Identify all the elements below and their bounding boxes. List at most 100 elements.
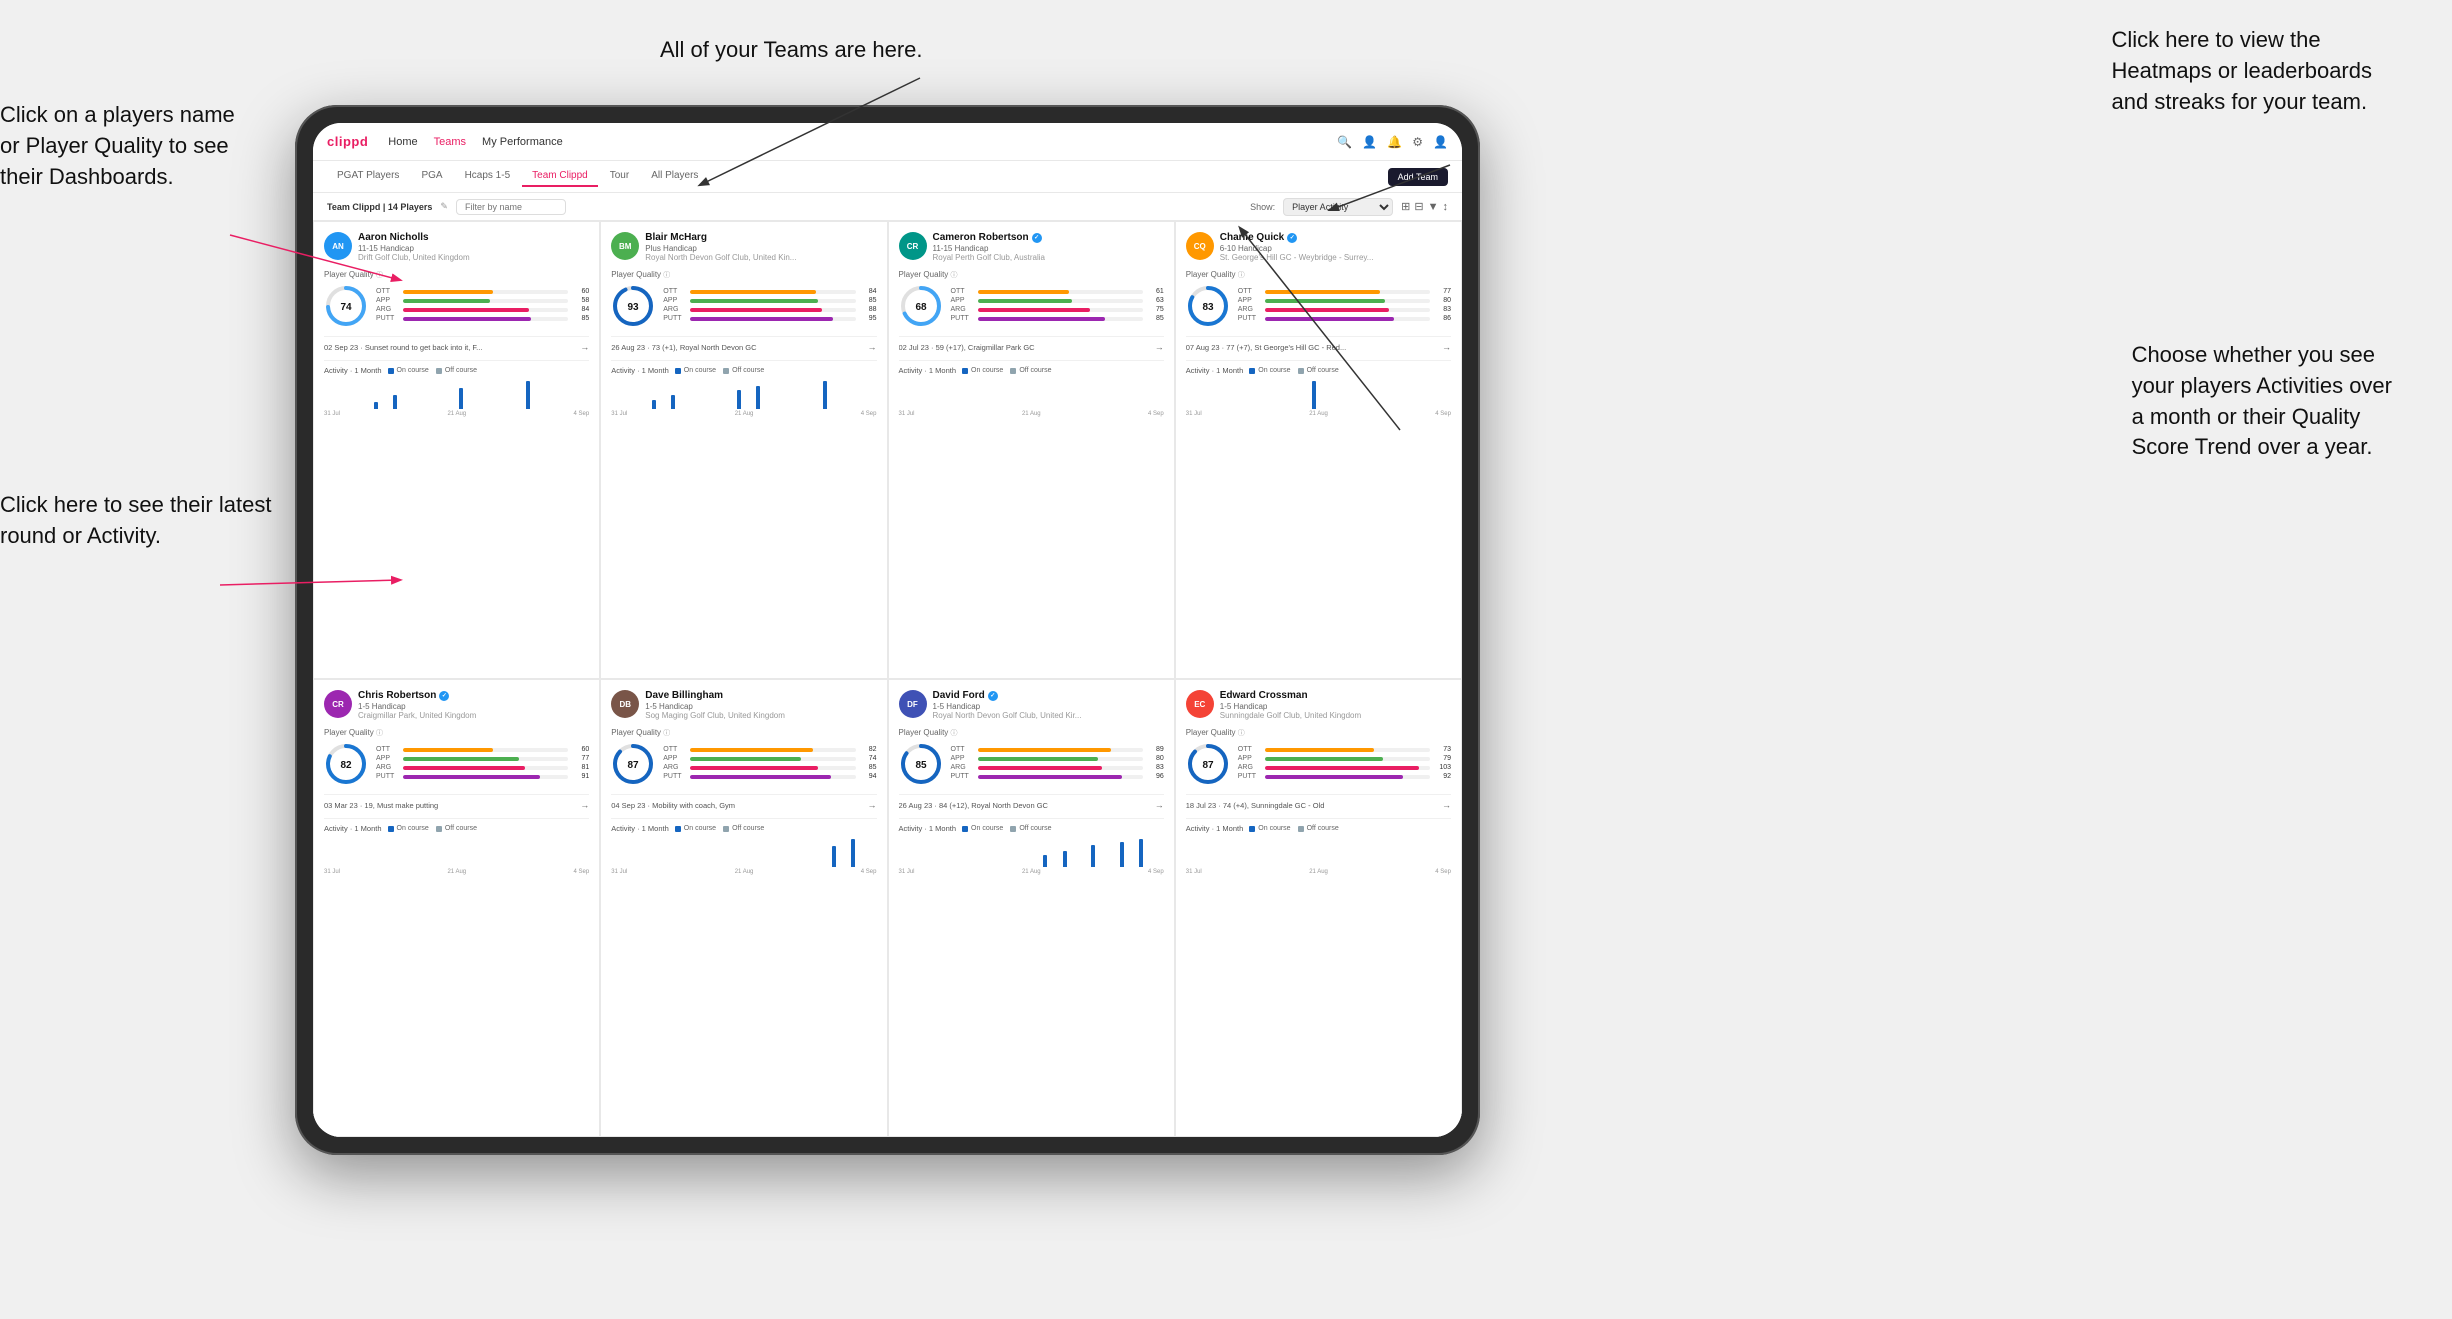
quality-circle[interactable]: 87 bbox=[1186, 742, 1230, 786]
player-name[interactable]: Chris Robertson ✓ bbox=[358, 690, 589, 701]
avatar-icon[interactable]: 👤 bbox=[1433, 135, 1448, 149]
filter-icon[interactable]: ▼ bbox=[1428, 201, 1439, 213]
svg-text:83: 83 bbox=[1202, 302, 1214, 313]
quality-section[interactable]: 83 OTT 77 APP 80 ARG 83 PUTT 86 bbox=[1186, 284, 1451, 328]
svg-text:74: 74 bbox=[340, 302, 352, 313]
latest-round[interactable]: 04 Sep 23 · Mobility with coach, Gym → bbox=[611, 794, 876, 810]
latest-round-text: 02 Sep 23 · Sunset round to get back int… bbox=[324, 343, 580, 352]
nav-link-performance[interactable]: My Performance bbox=[482, 136, 563, 148]
round-arrow[interactable]: → bbox=[868, 800, 877, 810]
round-arrow[interactable]: → bbox=[1155, 342, 1164, 352]
player-card[interactable]: CQ Charlie Quick ✓ 6-10 Handicap St. Geo… bbox=[1175, 221, 1462, 679]
chart-date-mid: 21 Aug bbox=[447, 869, 466, 875]
player-name[interactable]: David Ford ✓ bbox=[933, 690, 1164, 701]
chart-date-mid: 21 Aug bbox=[447, 411, 466, 417]
ipad-frame: clippd Home Teams My Performance 🔍 👤 🔔 ⚙… bbox=[295, 105, 1480, 1155]
quality-label: Player Quality ⓘ bbox=[899, 270, 1164, 280]
player-name[interactable]: Charlie Quick ✓ bbox=[1220, 232, 1451, 243]
activity-label: Activity · 1 Month bbox=[1186, 366, 1244, 375]
svg-text:87: 87 bbox=[1202, 760, 1214, 771]
sort-icon[interactable]: ↕ bbox=[1443, 201, 1449, 213]
chart-date-start: 31 Jul bbox=[611, 869, 627, 875]
latest-round[interactable]: 02 Sep 23 · Sunset round to get back int… bbox=[324, 336, 589, 352]
quality-circle[interactable]: 68 bbox=[899, 284, 943, 328]
round-arrow[interactable]: → bbox=[1442, 342, 1451, 352]
quality-section[interactable]: 68 OTT 61 APP 63 ARG 75 PUTT 85 bbox=[899, 284, 1164, 328]
quality-circle[interactable]: 82 bbox=[324, 742, 368, 786]
player-name[interactable]: Edward Crossman bbox=[1220, 690, 1451, 701]
player-avatar: EC bbox=[1186, 690, 1214, 718]
off-course-legend bbox=[1010, 368, 1016, 374]
latest-round-text: 07 Aug 23 · 77 (+7), St George's Hill GC… bbox=[1186, 343, 1442, 352]
chart-date-end: 4 Sep bbox=[1435, 869, 1451, 875]
chart-date-mid: 21 Aug bbox=[1022, 869, 1041, 875]
player-card[interactable]: AN Aaron Nicholls 11-15 Handicap Drift G… bbox=[313, 221, 600, 679]
off-course-legend bbox=[1298, 368, 1304, 374]
nav-link-teams[interactable]: Teams bbox=[434, 136, 466, 148]
quality-section[interactable]: 87 OTT 82 APP 74 ARG 85 PUTT 94 bbox=[611, 742, 876, 786]
quality-section[interactable]: 82 OTT 60 APP 77 ARG 81 PUTT 91 bbox=[324, 742, 589, 786]
latest-round[interactable]: 26 Aug 23 · 84 (+12), Royal North Devon … bbox=[899, 794, 1164, 810]
player-header: DF David Ford ✓ 1-5 Handicap Royal North… bbox=[899, 690, 1164, 720]
latest-round[interactable]: 07 Aug 23 · 77 (+7), St George's Hill GC… bbox=[1186, 336, 1451, 352]
quality-circle[interactable]: 85 bbox=[899, 742, 943, 786]
round-arrow[interactable]: → bbox=[1155, 800, 1164, 810]
player-name[interactable]: Blair McHarg bbox=[645, 232, 876, 243]
add-team-button[interactable]: Add Team bbox=[1388, 168, 1448, 186]
quality-circle[interactable]: 83 bbox=[1186, 284, 1230, 328]
latest-round[interactable]: 18 Jul 23 · 74 (+4), Sunningdale GC - Ol… bbox=[1186, 794, 1451, 810]
quality-section[interactable]: 74 OTT 60 APP 58 ARG 84 PUTT 85 bbox=[324, 284, 589, 328]
chart-date-start: 31 Jul bbox=[1186, 869, 1202, 875]
tab-pgat[interactable]: PGAT Players bbox=[327, 166, 409, 187]
chart-date-start: 31 Jul bbox=[1186, 411, 1202, 417]
player-name[interactable]: Dave Billingham bbox=[645, 690, 876, 701]
player-card[interactable]: EC Edward Crossman 1-5 Handicap Sunningd… bbox=[1175, 679, 1462, 1137]
tab-team-clippd[interactable]: Team Clippd bbox=[522, 166, 598, 187]
tab-all-players[interactable]: All Players bbox=[641, 166, 708, 187]
player-card[interactable]: DF David Ford ✓ 1-5 Handicap Royal North… bbox=[888, 679, 1175, 1137]
player-name[interactable]: Cameron Robertson ✓ bbox=[933, 232, 1164, 243]
player-card[interactable]: DB Dave Billingham 1-5 Handicap Sog Magi… bbox=[600, 679, 887, 1137]
off-course-legend bbox=[436, 826, 442, 832]
tab-pga[interactable]: PGA bbox=[411, 166, 452, 187]
player-card[interactable]: CR Chris Robertson ✓ 1-5 Handicap Craigm… bbox=[313, 679, 600, 1137]
grid-view-icon[interactable]: ⊞ bbox=[1401, 200, 1410, 213]
quality-section[interactable]: 93 OTT 84 APP 85 ARG 88 PUTT 95 bbox=[611, 284, 876, 328]
list-view-icon[interactable]: ⊟ bbox=[1414, 200, 1423, 213]
tab-tour[interactable]: Tour bbox=[600, 166, 639, 187]
quality-circle[interactable]: 74 bbox=[324, 284, 368, 328]
player-name[interactable]: Aaron Nicholls bbox=[358, 232, 589, 243]
quality-section[interactable]: 85 OTT 89 APP 80 ARG 83 PUTT 96 bbox=[899, 742, 1164, 786]
on-course-legend bbox=[675, 368, 681, 374]
nav-link-home[interactable]: Home bbox=[388, 136, 417, 148]
off-course-label: Off course bbox=[1307, 825, 1339, 832]
user-icon[interactable]: 👤 bbox=[1362, 135, 1377, 149]
edit-icon[interactable]: ✎ bbox=[440, 201, 448, 212]
show-select[interactable]: Player Activity Quality Score Trend bbox=[1283, 198, 1393, 216]
player-info: Blair McHarg Plus Handicap Royal North D… bbox=[645, 232, 876, 262]
settings-icon[interactable]: ⚙ bbox=[1412, 135, 1423, 149]
search-icon[interactable]: 🔍 bbox=[1337, 135, 1352, 149]
latest-round[interactable]: 02 Jul 23 · 59 (+17), Craigmillar Park G… bbox=[899, 336, 1164, 352]
round-arrow[interactable]: → bbox=[580, 800, 589, 810]
off-course-legend bbox=[1298, 826, 1304, 832]
player-avatar: DB bbox=[611, 690, 639, 718]
on-course-label: On course bbox=[397, 367, 429, 374]
quality-section[interactable]: 87 OTT 73 APP 79 ARG 103 PUTT 92 bbox=[1186, 742, 1451, 786]
player-card[interactable]: BM Blair McHarg Plus Handicap Royal Nort… bbox=[600, 221, 887, 679]
latest-round[interactable]: 26 Aug 23 · 73 (+1), Royal North Devon G… bbox=[611, 336, 876, 352]
quality-circle[interactable]: 93 bbox=[611, 284, 655, 328]
round-arrow[interactable]: → bbox=[868, 342, 877, 352]
tab-hcaps[interactable]: Hcaps 1-5 bbox=[455, 166, 521, 187]
round-arrow[interactable]: → bbox=[1442, 800, 1451, 810]
player-card[interactable]: CR Cameron Robertson ✓ 11-15 Handicap Ro… bbox=[888, 221, 1175, 679]
round-arrow[interactable]: → bbox=[580, 342, 589, 352]
verified-icon: ✓ bbox=[1287, 233, 1297, 243]
latest-round[interactable]: 03 Mar 23 · 19, Must make putting → bbox=[324, 794, 589, 810]
bell-icon[interactable]: 🔔 bbox=[1387, 135, 1402, 149]
quality-label: Player Quality ⓘ bbox=[611, 270, 876, 280]
off-course-label: Off course bbox=[732, 367, 764, 374]
quality-circle[interactable]: 87 bbox=[611, 742, 655, 786]
filter-search-input[interactable] bbox=[456, 199, 566, 215]
latest-round-text: 18 Jul 23 · 74 (+4), Sunningdale GC - Ol… bbox=[1186, 801, 1442, 810]
